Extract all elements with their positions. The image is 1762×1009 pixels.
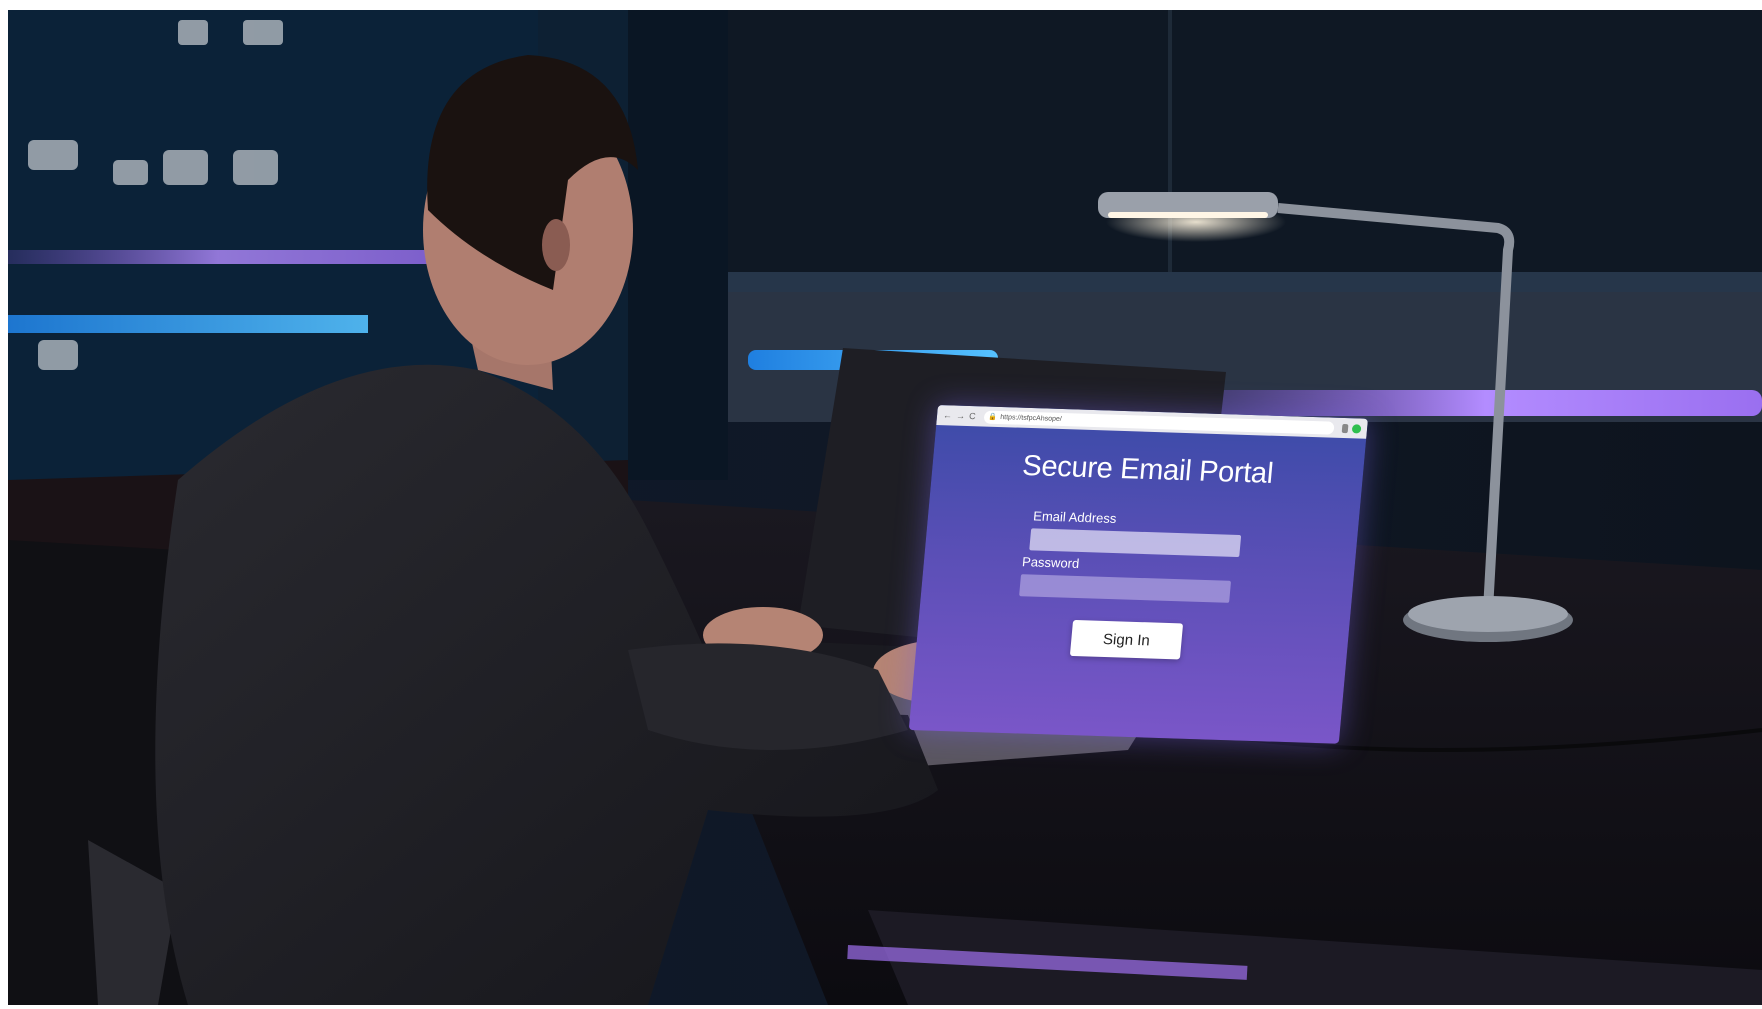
photo-scene: ← → C 🔒 https://tsfpcAhsope/ Secure Emai… <box>8 10 1762 1005</box>
lock-icon: 🔒 <box>988 413 998 421</box>
reload-icon[interactable]: C <box>969 411 976 421</box>
email-label: Email Address <box>1032 508 1118 527</box>
extension-icon[interactable] <box>1341 423 1349 433</box>
url-text: https://tsfpcAhsope/ <box>1000 413 1063 423</box>
sign-in-button[interactable]: Sign In <box>1069 619 1184 660</box>
laptop-screen: ← → C 🔒 https://tsfpcAhsope/ Secure Emai… <box>908 405 1368 744</box>
profile-icon[interactable] <box>1351 423 1362 434</box>
email-field[interactable] <box>1029 528 1242 558</box>
forward-icon[interactable]: → <box>956 410 966 420</box>
password-label: Password <box>1021 554 1080 571</box>
back-icon[interactable]: ← <box>943 410 953 420</box>
password-field[interactable] <box>1019 574 1232 603</box>
page-title: Secure Email Portal <box>1021 449 1275 490</box>
scene-illustration <box>8 10 1762 1005</box>
